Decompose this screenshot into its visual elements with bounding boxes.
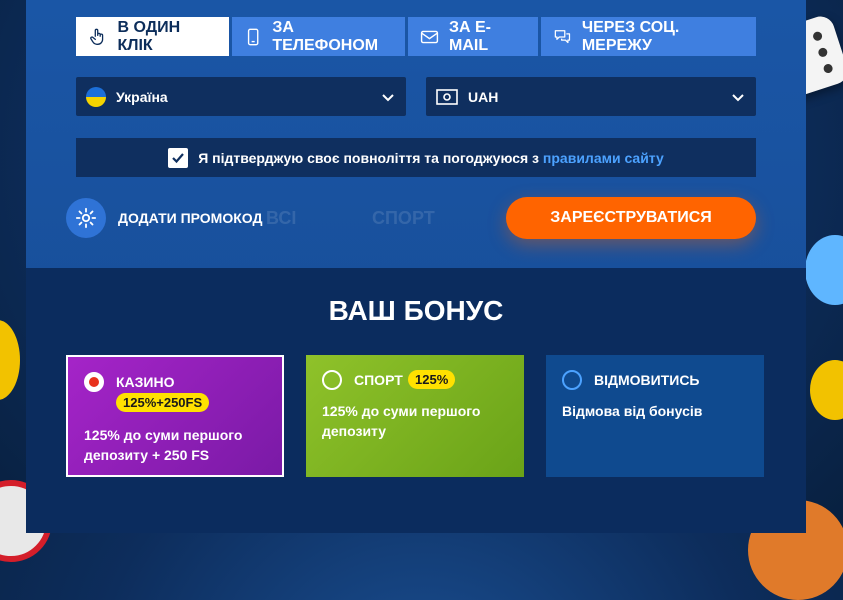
radio-empty-icon bbox=[562, 370, 582, 390]
yellow-ball-decoration bbox=[0, 320, 20, 400]
chevron-down-icon bbox=[382, 94, 394, 102]
bonus-title: ВАШ БОНУС bbox=[328, 295, 504, 326]
envelope-icon bbox=[420, 30, 439, 43]
gear-icon bbox=[66, 198, 106, 238]
card-description: Відмова від бонусів bbox=[562, 401, 702, 421]
tab-phone[interactable]: ЗА ТЕЛЕФОНОМ bbox=[232, 17, 405, 56]
checkmark-icon bbox=[172, 152, 185, 163]
card-description: 125% до суми першого депозиту + 250 FS bbox=[84, 425, 242, 465]
bonus-card-casino[interactable]: КАЗИНО 125%+250FS 125% до суми першого д… bbox=[66, 355, 284, 477]
desc-line: Відмова від бонусів bbox=[562, 403, 703, 419]
ghost-text-right: СПОРТ bbox=[372, 208, 435, 228]
hand-pointer-icon bbox=[90, 28, 104, 45]
desc-line: 125% до суми першого bbox=[84, 427, 243, 443]
bonus-badge: 125%+250FS bbox=[116, 393, 210, 412]
card-name: КАЗИНО bbox=[116, 374, 175, 390]
chat-bubbles-icon bbox=[554, 29, 571, 43]
desc-line: депозиту bbox=[322, 423, 387, 439]
currency-select[interactable]: UAH bbox=[426, 77, 756, 116]
tab-email[interactable]: ЗА E-MAIL bbox=[408, 17, 538, 56]
card-name: СПОРТ bbox=[354, 372, 403, 388]
card-name: ВІДМОВИТИСЬ bbox=[594, 372, 700, 388]
ukraine-flag-icon bbox=[86, 86, 106, 107]
bonus-card-sport[interactable]: СПОРТ 125% 125% до суми першого депозиту bbox=[306, 355, 524, 477]
radio-empty-icon bbox=[322, 370, 342, 390]
ghost-text-left: ВСІ bbox=[266, 208, 297, 228]
desc-line: депозиту + 250 FS bbox=[84, 447, 210, 463]
tab-social[interactable]: ЧЕРЕЗ СОЦ. МЕРЕЖУ bbox=[541, 17, 756, 56]
country-value: Україна bbox=[116, 88, 168, 105]
registration-method-tabs: В ОДИН КЛІК ЗА ТЕЛЕФОНОМ ЗА E-MAIL ЧЕРЕЗ… bbox=[76, 17, 756, 56]
yellow-ball-decoration-right bbox=[810, 360, 843, 420]
radio-selected-icon bbox=[84, 372, 104, 392]
age-confirmation-row: Я підтверджую своє повноліття та погоджу… bbox=[76, 138, 756, 177]
site-rules-link[interactable]: правилами сайту bbox=[543, 150, 664, 166]
register-button[interactable]: ЗАРЕЄСТРУВАТИСЯ bbox=[506, 197, 756, 239]
tab-label: ЗА E-MAIL bbox=[448, 18, 492, 54]
tab-label: ЗА ТЕЛЕФОНОМ bbox=[272, 18, 379, 54]
bonus-card-decline[interactable]: ВІДМОВИТИСЬ Відмова від бонусів bbox=[546, 355, 764, 477]
promo-label: ДОДАТИ ПРОМОКОД bbox=[118, 210, 263, 226]
chevron-down-icon bbox=[732, 94, 744, 102]
age-confirm-checkbox[interactable] bbox=[168, 147, 189, 168]
money-icon bbox=[436, 88, 458, 105]
desc-line: 125% до суми першого bbox=[322, 403, 481, 419]
currency-value: UAH bbox=[468, 88, 499, 105]
confirm-text: Я підтверджую своє повноліття та погоджу… bbox=[198, 149, 540, 166]
phone-icon bbox=[247, 28, 259, 45]
tab-label: ЧЕРЕЗ СОЦ. МЕРЕЖУ bbox=[581, 18, 680, 54]
tab-label: В ОДИН КЛІК bbox=[117, 18, 181, 54]
tab-one-click[interactable]: В ОДИН КЛІК bbox=[76, 17, 229, 56]
blue-ball-decoration bbox=[805, 235, 843, 305]
card-description: 125% до суми першого депозиту bbox=[322, 401, 480, 441]
add-promo-code-button[interactable]: ДОДАТИ ПРОМОКОД bbox=[66, 198, 262, 238]
country-select[interactable]: Україна bbox=[76, 77, 406, 116]
bonus-badge: 125% bbox=[408, 370, 456, 389]
